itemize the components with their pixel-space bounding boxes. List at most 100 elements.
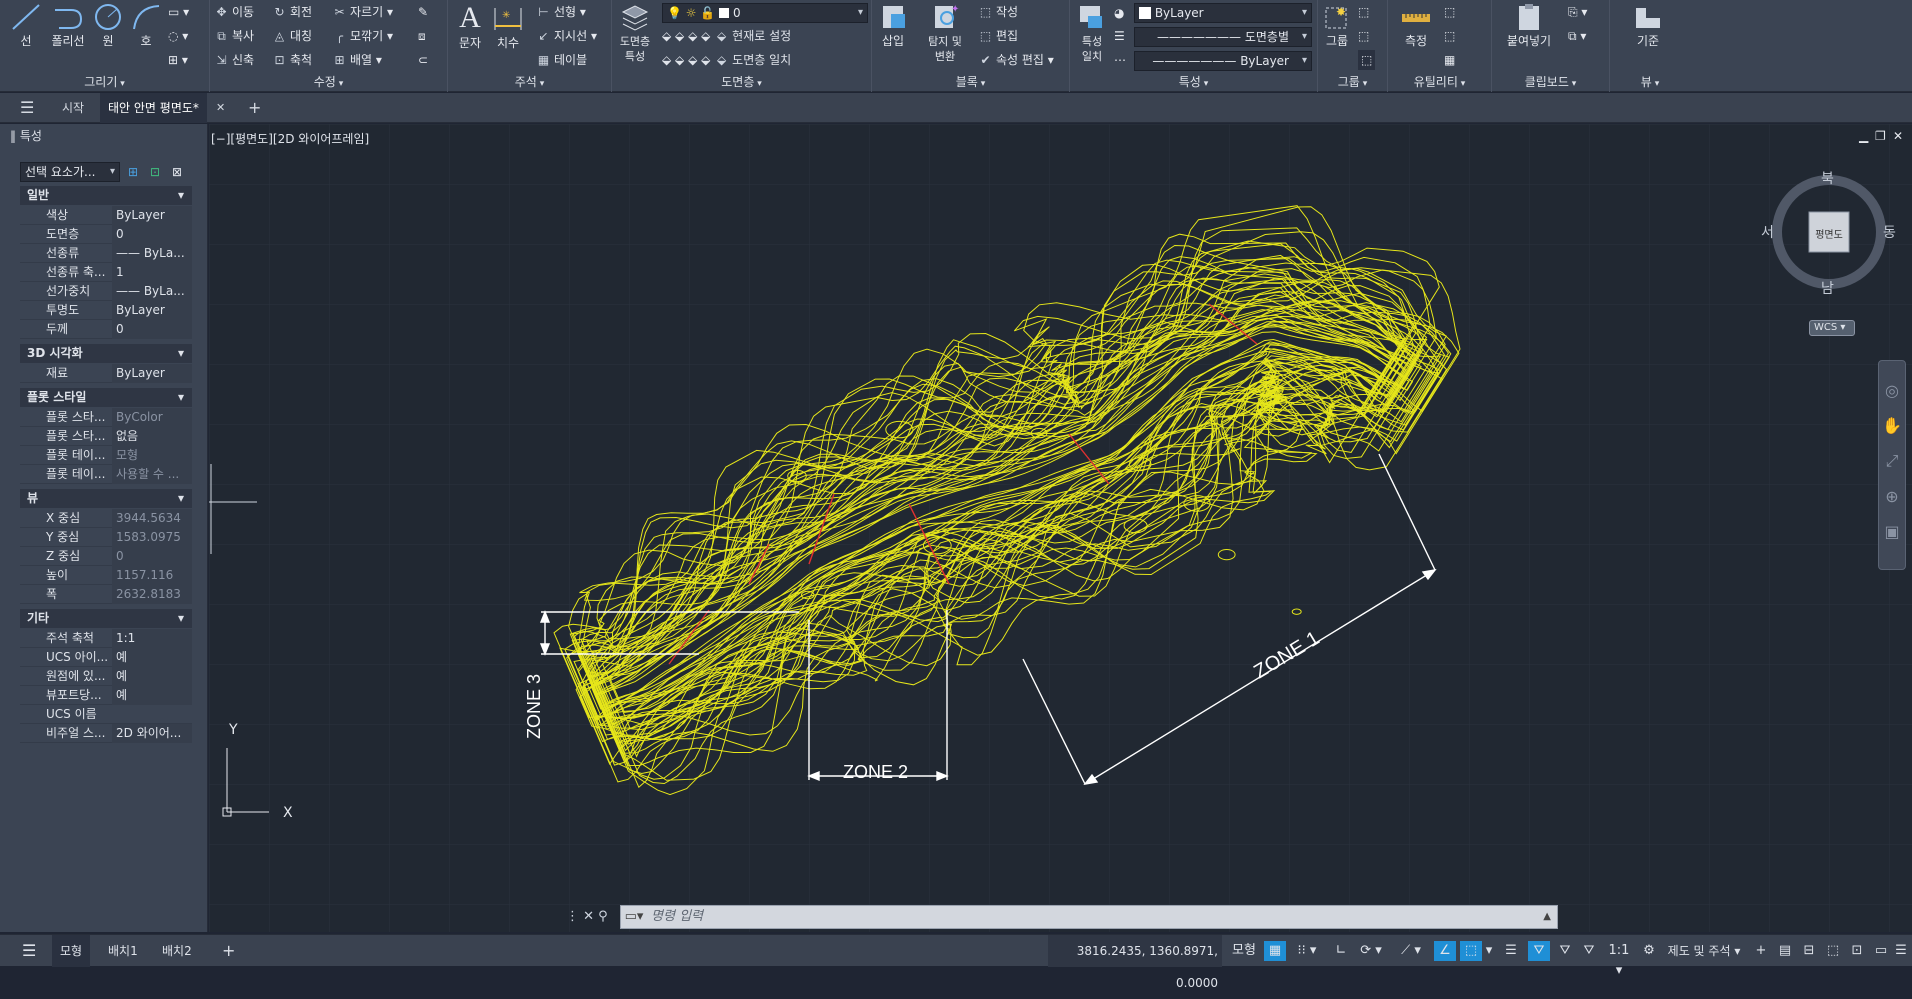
viewcube-west[interactable]: 서 bbox=[1761, 222, 1774, 242]
ungroup-icon[interactable]: ⬚ bbox=[1358, 2, 1369, 22]
mirror-button[interactable]: ◬ 대칭 bbox=[272, 26, 312, 46]
quick-properties-icon[interactable]: ⊟ bbox=[1798, 941, 1820, 961]
erase-icon[interactable]: ✎ bbox=[418, 2, 428, 22]
properties-panel-title[interactable]: 특성 bbox=[1070, 73, 1317, 90]
property-row[interactable]: 비주얼 스... 2D 와이어... bbox=[20, 724, 192, 743]
utilities-panel-title[interactable]: 유틸리티 bbox=[1388, 73, 1491, 90]
layer-properties-button[interactable]: 도면층 특성 bbox=[614, 2, 656, 64]
add-layout-icon[interactable]: + bbox=[214, 935, 243, 967]
grid-icon[interactable]: ▦ bbox=[1264, 941, 1286, 961]
quick-select-props-icon[interactable]: ⊠ bbox=[172, 162, 182, 182]
property-row[interactable]: 주석 축척 1:1 bbox=[20, 629, 192, 648]
line-button[interactable]: 선 bbox=[6, 2, 46, 49]
polar-icon[interactable]: ⟳ ▾ bbox=[1354, 941, 1388, 961]
lineweight-toggle-icon[interactable]: ☰ bbox=[1500, 941, 1522, 961]
property-value[interactable]: 2632.8183 bbox=[112, 585, 192, 604]
property-row[interactable]: 두께 0 bbox=[20, 320, 192, 339]
text-button[interactable]: A 문자 bbox=[452, 2, 488, 51]
calculator-icon[interactable]: ▦ bbox=[1444, 50, 1455, 70]
workspace-dropdown[interactable]: 제도 및 주석 ▾ bbox=[1662, 941, 1746, 961]
property-row[interactable]: 플롯 스타... ByColor bbox=[20, 408, 192, 427]
rectangle-icon[interactable]: ▭ ▾ bbox=[168, 2, 189, 22]
property-row[interactable]: 뷰포트당... 예 bbox=[20, 686, 192, 705]
property-value[interactable]: 예 bbox=[112, 648, 192, 667]
property-value[interactable]: —— ByLa... bbox=[112, 244, 192, 263]
tab-close-icon[interactable]: ✕ bbox=[208, 93, 233, 123]
select-objects-icon[interactable]: ⊡ bbox=[150, 162, 160, 182]
auto-scale-icon[interactable]: ⛛ bbox=[1554, 941, 1576, 961]
match-properties-button[interactable]: 특성 일치 bbox=[1072, 2, 1112, 64]
viewport-close-icon[interactable]: ✕ bbox=[1893, 126, 1903, 146]
properties-palette-header[interactable]: ‖ 특성 bbox=[0, 124, 208, 148]
color-wheel-icon[interactable]: ◕ bbox=[1114, 3, 1124, 23]
property-row[interactable]: UCS 아이... 예 bbox=[20, 648, 192, 667]
linetype-icon[interactable]: ☰ bbox=[1114, 26, 1125, 46]
wcs-menu[interactable]: WCS ▾ bbox=[1809, 320, 1855, 336]
zoom-icon[interactable]: ⤢ bbox=[1879, 451, 1905, 471]
tab-layout2[interactable]: 배치2 bbox=[154, 935, 200, 967]
command-input[interactable]: 명령 입력 bbox=[651, 909, 703, 924]
create-block-button[interactable]: ⬚ 작성 bbox=[978, 2, 1018, 22]
stretch-button[interactable]: ⇲ 신축 bbox=[214, 50, 254, 70]
units-icon[interactable]: ▤ bbox=[1774, 941, 1796, 961]
match-layer-button[interactable]: ⬙ 도면층 일치 bbox=[714, 53, 791, 67]
property-value[interactable]: ByLayer bbox=[112, 206, 192, 225]
select-all-icon[interactable]: ⬚ bbox=[1444, 26, 1455, 46]
explore-convert-button[interactable]: ✦ 탐지 및 변환 bbox=[916, 2, 974, 64]
modify-panel-title[interactable]: 수정 bbox=[210, 73, 447, 90]
property-value[interactable]: 예 bbox=[112, 667, 192, 686]
ortho-icon[interactable]: ∟ bbox=[1330, 941, 1352, 961]
property-section[interactable]: 일반 bbox=[20, 186, 192, 205]
hardware-accel-icon[interactable]: ⊡ bbox=[1846, 941, 1868, 961]
property-row[interactable]: UCS 이름 bbox=[20, 705, 192, 724]
annotation-panel-title[interactable]: 주석 bbox=[448, 73, 611, 90]
hatch-icon[interactable]: ◌ ▾ bbox=[168, 26, 188, 46]
property-value[interactable]: 0 bbox=[112, 320, 192, 339]
paste-button[interactable]: 붙여넣기 bbox=[1498, 2, 1560, 49]
annotation-scale-icon[interactable]: ⛛ bbox=[1578, 941, 1600, 961]
property-row[interactable]: 도면층 0 bbox=[20, 225, 192, 244]
property-row[interactable]: 원점에 있... 예 bbox=[20, 667, 192, 686]
property-row[interactable]: 폭 2632.8183 bbox=[20, 585, 192, 604]
app-menu-icon[interactable]: ☰ bbox=[12, 93, 42, 123]
copy-clip-icon[interactable]: ⧉ ▾ bbox=[1568, 26, 1586, 46]
property-section[interactable]: 3D 시각화 bbox=[20, 344, 192, 363]
property-section[interactable]: 플롯 스타일 bbox=[20, 388, 192, 407]
viewcube-face[interactable]: 평면도 bbox=[1809, 226, 1849, 241]
circle-button[interactable]: 원 bbox=[90, 2, 126, 49]
coordinates-readout[interactable]: 3816.2435, 1360.8971, 0.0000 bbox=[1048, 935, 1222, 990]
property-value[interactable]: 모형 bbox=[112, 446, 192, 465]
clipboard-panel-title[interactable]: 클립보드 bbox=[1492, 73, 1609, 90]
customize-icon[interactable]: ☰ bbox=[1892, 941, 1910, 961]
lineweight-dropdown[interactable]: ——————— ByLayer bbox=[1134, 51, 1312, 71]
property-value[interactable]: 사용할 수 ... bbox=[112, 465, 192, 484]
fillet-button[interactable]: ╭ 모깎기 ▾ bbox=[332, 26, 393, 46]
viewport-restore-icon[interactable]: ❐ bbox=[1875, 126, 1886, 146]
trim-button[interactable]: ✂ 자르기 ▾ bbox=[332, 2, 393, 22]
edit-block-button[interactable]: ⬚ 편집 bbox=[978, 26, 1018, 46]
isodraft-icon[interactable]: ⟋ ▾ bbox=[1394, 941, 1428, 961]
drawing-canvas[interactable]: ZONE 1 ZONE 2 ZONE 3 Y X 북 남 서 동 평면도 WCS… bbox=[209, 124, 1912, 932]
copy-button[interactable]: ⧉ 복사 bbox=[214, 26, 254, 46]
snap-icon[interactable]: ⁝⁝ ▾ bbox=[1290, 941, 1324, 961]
property-row[interactable]: 플롯 테이... 사용할 수 ... bbox=[20, 465, 192, 484]
orbit-icon[interactable]: ⊕ bbox=[1879, 487, 1905, 506]
steering-wheel-icon[interactable]: ◎ bbox=[1879, 381, 1905, 400]
layer-dropdown[interactable]: 💡 ☼ 🔓 0 bbox=[662, 3, 868, 23]
property-value[interactable]: 1 bbox=[112, 263, 192, 282]
property-row[interactable]: 선가중치 —— ByLa... bbox=[20, 282, 192, 301]
property-row[interactable]: 재료 ByLayer bbox=[20, 364, 192, 383]
toggle-pickadd-icon[interactable]: ⊞ bbox=[128, 162, 138, 182]
quick-select-icon[interactable]: ⬚ bbox=[1444, 2, 1455, 22]
tab-model[interactable]: 모형 bbox=[52, 935, 91, 967]
property-value[interactable]: 1:1 bbox=[112, 629, 192, 648]
clean-screen-icon[interactable]: ▭ bbox=[1870, 941, 1892, 961]
viewport-controls-label[interactable]: [−][평면도][2D 와이어프레임] bbox=[211, 130, 369, 147]
command-expand-icon[interactable]: ▲ bbox=[1543, 906, 1551, 928]
property-value[interactable]: 1157.116 bbox=[112, 566, 192, 585]
property-value[interactable]: ByColor bbox=[112, 408, 192, 427]
tab-start[interactable]: 시작 bbox=[54, 93, 92, 123]
property-row[interactable]: 선종류 —— ByLa... bbox=[20, 244, 192, 263]
property-section[interactable]: 기타 bbox=[20, 609, 192, 628]
tab-layout1[interactable]: 배치1 bbox=[100, 935, 146, 967]
